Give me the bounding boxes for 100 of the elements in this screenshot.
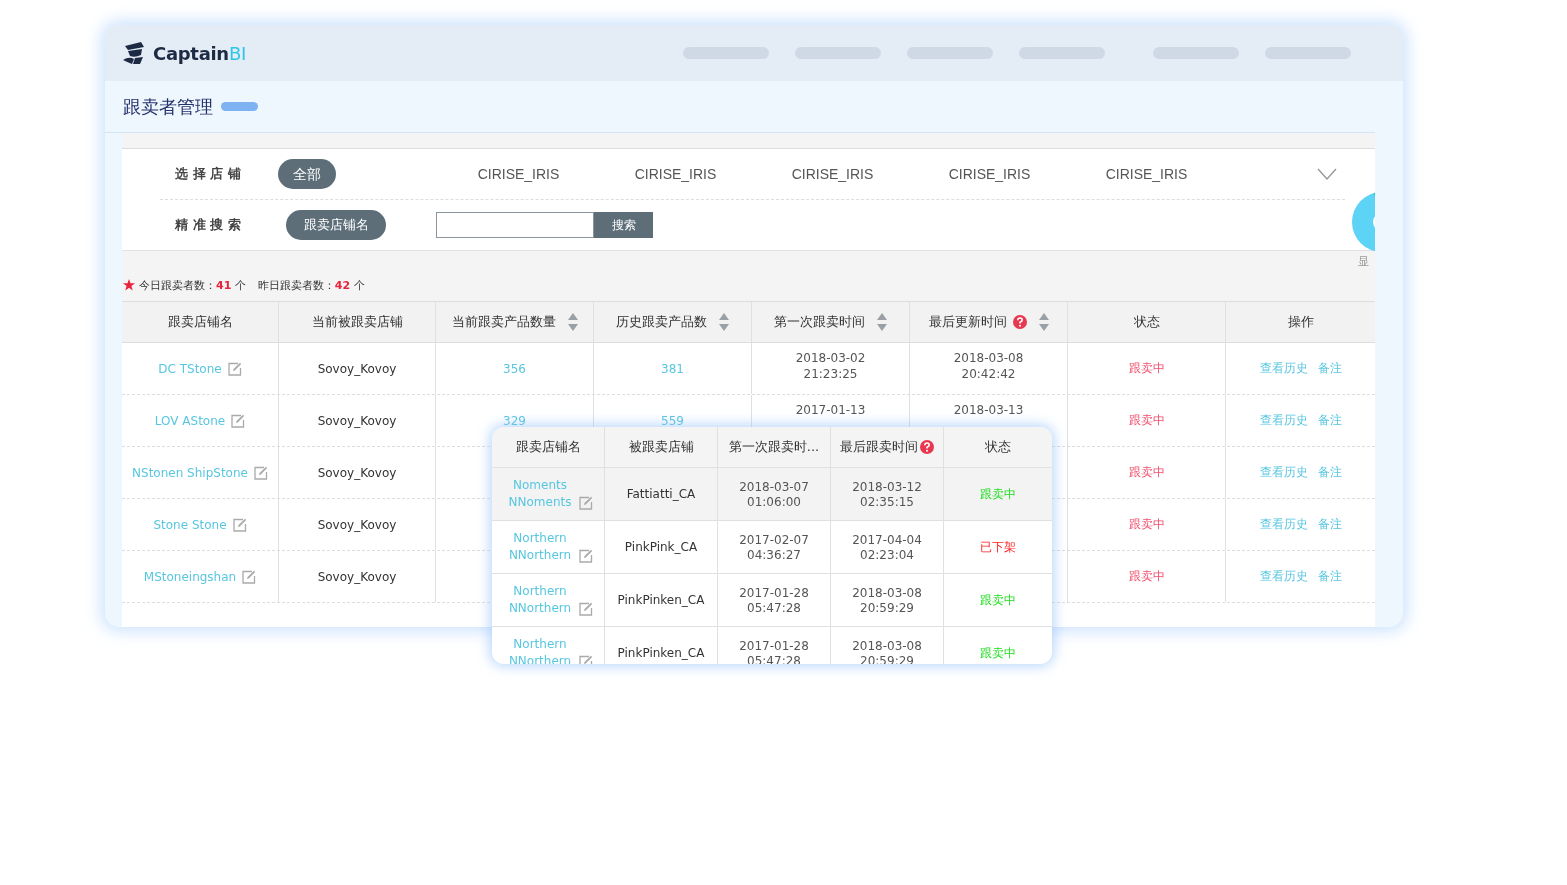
edit-icon[interactable]: [242, 569, 257, 584]
chevron-down-icon[interactable]: [1317, 168, 1337, 180]
table-cell: 2017-02-07: [739, 532, 809, 547]
store-option[interactable]: CIRISE_IRIS: [754, 166, 911, 182]
table-cell: 01:06:00: [747, 494, 801, 509]
action-link[interactable]: 查看历史: [1259, 516, 1308, 533]
sort-icon[interactable]: [719, 313, 729, 331]
count-link[interactable]: 559: [661, 413, 684, 428]
column-header: 操作: [1286, 313, 1315, 331]
column-header: 最后跟卖时间: [831, 427, 944, 467]
sort-icon[interactable]: [877, 313, 887, 331]
table-cell: PinkPink_CA: [624, 540, 698, 554]
store-option[interactable]: CIRISE_IRIS: [597, 166, 754, 182]
popup-row[interactable]: Northern NNorthern PinkPink_CA 2017-02-07 04:36:27 2017-04-04 02:23:04 已下架: [492, 521, 1052, 574]
edit-icon[interactable]: [231, 413, 246, 428]
table-cell: 2017-01-28: [739, 638, 809, 653]
table-cell: 2018-03-08: [852, 638, 922, 653]
seller-name[interactable]: LOV AStone: [154, 413, 226, 428]
column-header: 当前跟卖产品数量: [436, 302, 594, 342]
table-cell: 2017-01-13: [795, 403, 866, 417]
table-cell: PinkPinken_CA: [617, 593, 705, 607]
action-link[interactable]: 查看历史: [1259, 568, 1308, 585]
search-type-button[interactable]: 跟卖店铺名: [286, 210, 386, 240]
seller-name[interactable]: Northern NNorthern: [503, 583, 577, 617]
column-header: 跟卖店铺名: [122, 302, 279, 342]
table-cell: 2018-03-08: [953, 351, 1024, 365]
status-text: 跟卖中: [980, 591, 1016, 609]
captain-logo-icon: [121, 40, 147, 66]
edit-icon[interactable]: [579, 496, 593, 510]
status-text: 跟卖中: [1128, 464, 1165, 481]
column-header: 跟卖店铺名: [492, 427, 605, 467]
side-label: 显: [1358, 254, 1370, 269]
status-text: 跟卖中: [1128, 516, 1165, 533]
table-cell: 2017-04-04: [852, 532, 922, 547]
status-text: 跟卖中: [1128, 412, 1165, 429]
store-option[interactable]: CIRISE_IRIS: [911, 166, 1068, 182]
column-header: 历史跟卖产品数: [594, 302, 752, 342]
filter-label: 精 准 搜 索: [174, 216, 242, 234]
action-link[interactable]: 查看历史: [1259, 360, 1308, 377]
action-link[interactable]: 备注: [1317, 412, 1342, 429]
table-cell: 20:42:42: [961, 367, 1016, 381]
column-header: 被跟卖店铺: [605, 427, 718, 467]
popup-row[interactable]: Noments NNoments Fattiatti_CA 2018-03-07 01:06:00 2018-03-12 02:35:15 跟卖中: [492, 468, 1052, 521]
table-cell: 20:59:29: [860, 653, 914, 664]
table-cell: 21:23:25: [803, 367, 858, 381]
edit-icon[interactable]: [253, 465, 268, 480]
edit-icon[interactable]: [579, 549, 593, 563]
table-cell: 02:35:15: [860, 494, 914, 509]
table-cell: 05:47:28: [747, 653, 801, 664]
table-cell: PinkPinken_CA: [617, 646, 705, 660]
count-link[interactable]: 356: [503, 361, 526, 376]
table-cell: Sovoy_Kovoy: [317, 465, 397, 480]
status-text: 跟卖中: [1128, 360, 1165, 377]
sort-icon[interactable]: [1038, 313, 1049, 331]
table-cell: Sovoy_Kovoy: [317, 361, 397, 376]
count-link[interactable]: 329: [503, 413, 526, 428]
table-cell: Sovoy_Kovoy: [317, 517, 397, 532]
action-link[interactable]: 查看历史: [1259, 412, 1308, 429]
column-header: 第一次跟卖时...: [718, 427, 831, 467]
store-option[interactable]: CIRISE_IRIS: [1068, 166, 1225, 182]
column-header: 当前被跟卖店铺: [279, 302, 436, 342]
help-icon[interactable]: [920, 440, 934, 454]
column-header: 状态: [1068, 302, 1226, 342]
store-option[interactable]: CIRISE_IRIS: [440, 166, 597, 182]
seller-name[interactable]: Northern NNorthern: [503, 530, 577, 564]
action-link[interactable]: 备注: [1317, 360, 1342, 377]
action-link[interactable]: 备注: [1317, 516, 1342, 533]
status-text: 已下架: [980, 538, 1016, 556]
table-cell: Fattiatti_CA: [626, 487, 696, 501]
search-button[interactable]: 搜索: [594, 212, 653, 238]
seller-name[interactable]: DC TStone: [158, 361, 222, 376]
help-icon[interactable]: [1012, 315, 1027, 329]
count-link[interactable]: 381: [661, 361, 684, 376]
sort-icon[interactable]: [567, 313, 578, 331]
column-header: 状态: [984, 438, 1012, 456]
edit-icon[interactable]: [579, 602, 593, 616]
table-cell: 05:47:28: [747, 600, 801, 615]
star-icon: [123, 279, 135, 291]
table-cell: 2018-03-08: [852, 585, 922, 600]
seller-name[interactable]: NStonen ShipStone: [132, 465, 248, 480]
seller-name[interactable]: Noments NNoments: [503, 477, 577, 511]
seller-name[interactable]: MStoneingshan: [143, 569, 237, 584]
action-link[interactable]: 备注: [1317, 464, 1342, 481]
title-decoration: [221, 102, 258, 111]
table-cell: 2018-03-13: [953, 403, 1024, 417]
seller-name[interactable]: Stone Stone: [153, 517, 227, 532]
popup-row[interactable]: Northern NNorthern PinkPinken_CA 2017-01-28 05:47:28 2018-03-08 20:59:29 跟卖中: [492, 574, 1052, 627]
edit-icon[interactable]: [232, 517, 247, 532]
store-option[interactable]: 全部: [278, 159, 336, 189]
column-header: 第一次跟卖时间: [752, 302, 910, 342]
table-cell: 2018-03-02: [795, 351, 866, 365]
action-link[interactable]: 查看历史: [1259, 464, 1308, 481]
edit-icon[interactable]: [227, 361, 242, 376]
page-title: 跟卖者管理: [123, 94, 213, 119]
search-field[interactable]: [436, 212, 594, 238]
filter-label: 选 择 店 铺: [174, 165, 242, 183]
brand-logo: CaptainBI: [153, 42, 246, 64]
action-link[interactable]: 备注: [1317, 568, 1342, 585]
table-cell: 04:36:27: [747, 547, 801, 562]
status-text: 跟卖中: [1128, 568, 1165, 585]
